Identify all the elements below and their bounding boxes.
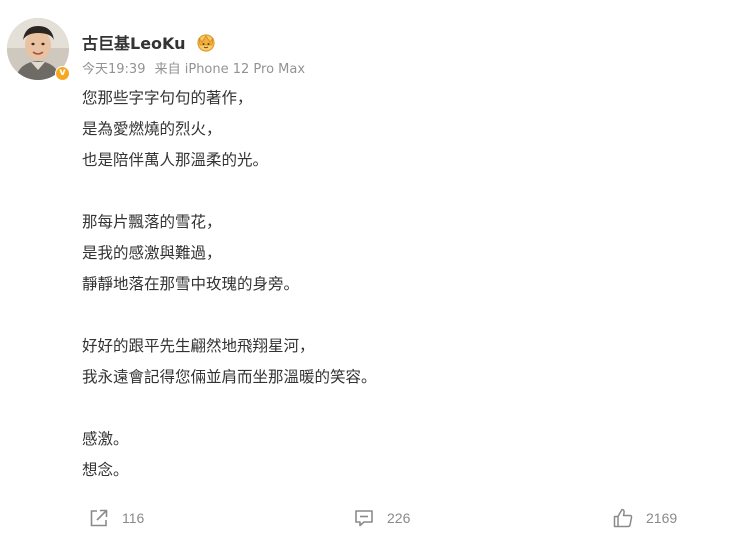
post-meta: 今天19:39 来自 iPhone 12 Pro Max bbox=[82, 61, 305, 79]
post-content: 您那些字字句句的著作， 是為愛燃燒的烈火， 也是陪伴萬人那溫柔的光。 那每片飄落… bbox=[82, 87, 722, 490]
vip-crown-icon[interactable] bbox=[194, 32, 218, 52]
content-line: 是我的感激與難過， bbox=[82, 244, 222, 262]
share-count: 116 bbox=[122, 510, 145, 526]
content-line: 是為愛燃燒的烈火， bbox=[82, 120, 222, 138]
content-line: 那每片飄落的雪花， bbox=[82, 213, 222, 231]
content-line: 感激。 bbox=[82, 430, 129, 448]
action-bar: 116 226 2169 bbox=[0, 505, 751, 531]
author-avatar-container[interactable]: v bbox=[7, 18, 70, 81]
verified-badge-icon: v bbox=[55, 66, 70, 81]
post-time[interactable]: 今天19:39 bbox=[82, 62, 145, 77]
post-source: 来自 iPhone 12 Pro Max bbox=[154, 62, 306, 77]
content-line: 我永遠會記得您倆並肩而坐那溫暖的笑容。 bbox=[82, 368, 377, 386]
like-icon bbox=[613, 508, 633, 528]
comment-icon bbox=[355, 510, 373, 527]
share-icon bbox=[90, 509, 108, 527]
comment-button[interactable]: 226 bbox=[353, 505, 410, 531]
content-line: 好好的跟平先生翩然地飛翔星河， bbox=[82, 337, 315, 355]
author-name[interactable]: 古巨基LeoKu bbox=[82, 30, 186, 54]
content-line: 想念。 bbox=[82, 461, 129, 479]
author-row: 古巨基LeoKu bbox=[82, 31, 218, 53]
content-line: 您那些字字句句的著作， bbox=[82, 89, 253, 107]
share-button[interactable]: 116 bbox=[88, 505, 144, 531]
content-line: 也是陪伴萬人那溫柔的光。 bbox=[82, 151, 269, 169]
comment-count: 226 bbox=[387, 510, 411, 526]
content-line: 靜靜地落在那雪中玫瑰的身旁。 bbox=[82, 275, 300, 293]
weibo-post: v 古巨基LeoKu 今天19:39 来自 iPhone 12 Pro Max … bbox=[0, 0, 751, 539]
like-button[interactable]: 2169 bbox=[612, 505, 677, 531]
like-count: 2169 bbox=[646, 510, 678, 526]
